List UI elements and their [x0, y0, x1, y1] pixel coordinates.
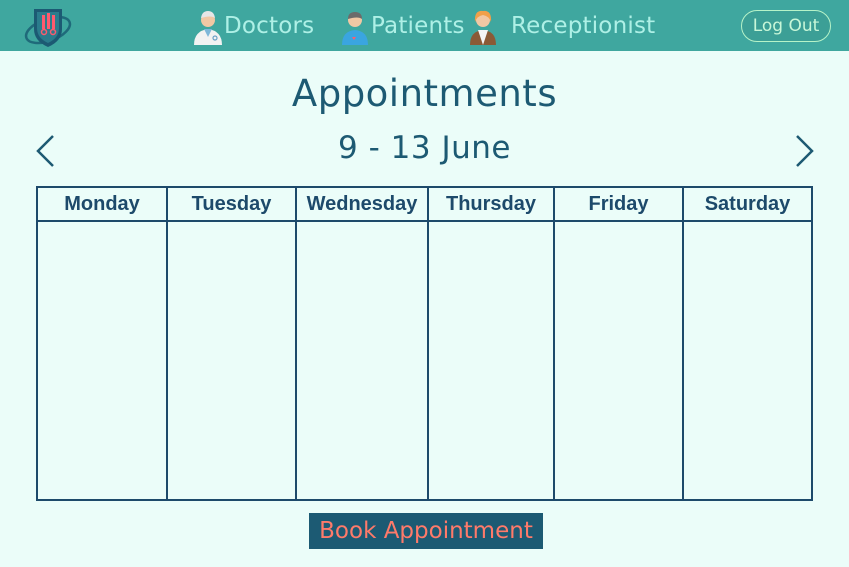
day-header: Tuesday: [168, 188, 295, 222]
day-slot-area[interactable]: [168, 222, 295, 499]
day-slot-area[interactable]: [38, 222, 166, 499]
receptionist-avatar-icon: [467, 7, 499, 45]
book-appointment-button[interactable]: Book Appointment: [309, 513, 543, 549]
nav-receptionist-label: Receptionist: [511, 13, 656, 39]
day-column-friday: Friday: [555, 188, 684, 499]
logout-button[interactable]: Log Out: [741, 10, 831, 42]
day-header: Saturday: [684, 188, 811, 222]
doctor-avatar-icon: [192, 7, 224, 45]
nav-patients-label: Patients: [371, 13, 465, 39]
week-range-label: 9 - 13 June: [338, 130, 511, 166]
day-column-monday: Monday: [38, 188, 168, 499]
day-slot-area[interactable]: [429, 222, 553, 499]
day-slot-area[interactable]: [297, 222, 427, 499]
hospital-logo-icon[interactable]: [22, 3, 78, 49]
nav-patients[interactable]: Patients: [339, 6, 465, 46]
weekly-calendar: Monday Tuesday Wednesday Thursday Friday…: [36, 186, 813, 501]
nav-doctors[interactable]: Doctors: [192, 6, 314, 46]
page-title: Appointments: [291, 72, 558, 115]
day-column-tuesday: Tuesday: [168, 188, 297, 499]
top-nav-bar: Doctors Patients Receptionist Log Out: [0, 0, 849, 51]
day-column-thursday: Thursday: [429, 188, 555, 499]
day-header: Monday: [38, 188, 166, 222]
day-header: Friday: [555, 188, 682, 222]
day-header: Wednesday: [297, 188, 427, 222]
day-slot-area[interactable]: [555, 222, 682, 499]
day-header: Thursday: [429, 188, 553, 222]
day-column-wednesday: Wednesday: [297, 188, 429, 499]
chevron-right-icon[interactable]: [792, 133, 818, 169]
day-slot-area[interactable]: [684, 222, 811, 499]
nav-receptionist[interactable]: Receptionist: [467, 6, 655, 46]
patient-avatar-icon: [339, 7, 371, 45]
day-column-saturday: Saturday: [684, 188, 811, 499]
nav-doctors-label: Doctors: [224, 13, 315, 39]
